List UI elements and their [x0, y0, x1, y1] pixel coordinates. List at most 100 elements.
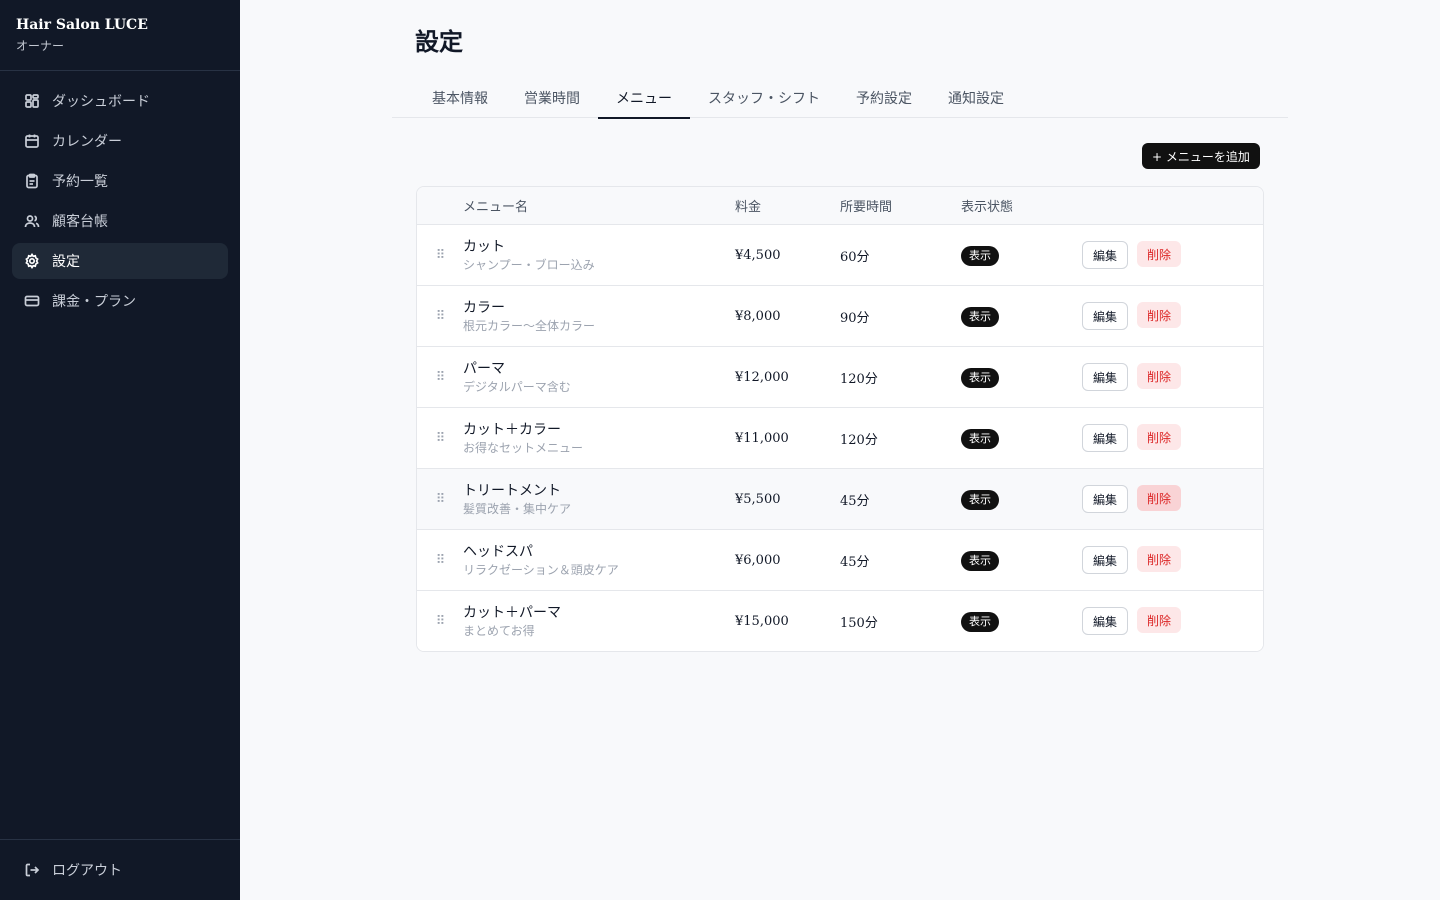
edit-button[interactable]: 編集 [1082, 485, 1129, 513]
add-menu-button[interactable]: + メニューを追加 [1142, 143, 1260, 169]
tab-staff-shift[interactable]: スタッフ・シフト [690, 78, 838, 118]
sidebar-item-label: 設定 [52, 254, 80, 270]
table-body: ⠿ カット シャンプー・ブロー込み ¥4,500 60分 表示 編集 削除 ⠿ カラー 根元カラー〜… [417, 224, 1263, 651]
delete-button[interactable]: 削除 [1137, 546, 1182, 572]
logout-label: ログアウト [52, 863, 122, 879]
sidebar-item-label: 課金・プラン [52, 294, 136, 310]
menu-duration: 45分 [840, 493, 870, 509]
status-badge: 表示 [961, 429, 999, 449]
visibility-cell: 表示 [961, 610, 1082, 632]
edit-button[interactable]: 編集 [1082, 241, 1129, 269]
menu-description: シャンプー・ブロー込み [463, 257, 595, 272]
page-title: 設定 [415, 28, 463, 56]
table-row[interactable]: ⠿ パーマ デジタルパーマ含む ¥12,000 120分 表示 編集 削除 [417, 346, 1263, 407]
menu-price: ¥5,500 [735, 491, 781, 507]
table-row[interactable]: ⠿ カット＋パーマ まとめてお得 ¥15,000 150分 表示 編集 削除 [417, 590, 1263, 651]
table-row[interactable]: ⠿ トリートメント 髪質改善・集中ケア ¥5,500 45分 表示 編集 削除 [417, 468, 1263, 529]
logout-icon [24, 862, 40, 878]
sidebar-item-reservations[interactable]: 予約一覧 [12, 163, 228, 199]
table-row[interactable]: ⠿ ヘッドスパ リラクゼーション＆頭皮ケア ¥6,000 45分 表示 編集 削除 [417, 529, 1263, 590]
table-row[interactable]: ⠿ カラー根元カラー〜全体カラー ¥8,000 90分 表示 編集 削除 [417, 285, 1263, 346]
delete-button[interactable]: 削除 [1137, 607, 1182, 633]
drag-handle-icon[interactable]: ⠿ [417, 614, 463, 629]
dashboard-icon [24, 93, 40, 109]
menu-name: パーマ [463, 360, 505, 377]
menu-description: リラクゼーション＆頭皮ケア [463, 562, 619, 577]
menu-description: デジタルパーマ含む [463, 379, 571, 394]
menu-price: ¥12,000 [735, 369, 789, 385]
edit-button[interactable]: 編集 [1082, 607, 1129, 635]
tab-basic-info[interactable]: 基本情報 [414, 78, 506, 118]
delete-button[interactable]: 削除 [1137, 302, 1182, 328]
tab-menu[interactable]: メニュー [598, 78, 690, 119]
tab-reservation-settings[interactable]: 予約設定 [838, 78, 930, 118]
sidebar-item-label: 予約一覧 [52, 174, 108, 190]
menu-name-cell: カットシャンプー・ブロー込み [463, 238, 735, 273]
table-header: メニュー名 料金 所要時間 表示状態 [417, 187, 1263, 224]
edit-button[interactable]: 編集 [1082, 302, 1129, 330]
delete-button[interactable]: 削除 [1137, 363, 1182, 389]
header-duration: 所要時間 [840, 200, 893, 215]
menu-name: トリートメント [463, 482, 561, 499]
calendar-icon [24, 133, 40, 149]
brand-name: Hair Salon LUCE [16, 17, 148, 33]
edit-button[interactable]: 編集 [1082, 363, 1129, 391]
sidebar-item-customers[interactable]: 顧客台帳 [12, 203, 228, 239]
drag-handle-icon[interactable]: ⠿ [417, 492, 463, 507]
sidebar-item-label: 顧客台帳 [52, 214, 108, 230]
drag-handle-icon[interactable]: ⠿ [417, 248, 463, 263]
menu-duration: 120分 [840, 432, 878, 448]
status-badge: 表示 [961, 612, 999, 632]
tab-notification-settings[interactable]: 通知設定 [930, 78, 1022, 118]
menu-name-cell: カット＋カラーお得なセットメニュー [463, 421, 735, 456]
credit-card-icon [24, 293, 40, 309]
edit-button[interactable]: 編集 [1082, 546, 1129, 574]
sidebar-item-billing[interactable]: 課金・プラン [12, 283, 228, 319]
menu-name-cell: ヘッドスパリラクゼーション＆頭皮ケア [463, 543, 735, 578]
visibility-cell: 表示 [961, 244, 1082, 266]
drag-handle-icon[interactable]: ⠿ [417, 553, 463, 568]
drag-handle-icon[interactable]: ⠿ [417, 431, 463, 446]
status-badge: 表示 [961, 551, 999, 571]
sidebar-item-settings[interactable]: 設定 [12, 243, 228, 279]
sidebar-item-dashboard[interactable]: ダッシュボード [12, 83, 228, 119]
status-badge: 表示 [961, 368, 999, 388]
menu-description: お得なセットメニュー [463, 440, 584, 455]
menu-duration: 60分 [840, 249, 870, 265]
menu-price: ¥8,000 [735, 308, 781, 324]
menu-description: まとめてお得 [463, 623, 535, 638]
logout-button[interactable]: ログアウト [12, 852, 228, 888]
row-actions: 編集 削除 [1082, 546, 1182, 574]
row-actions: 編集 削除 [1082, 607, 1182, 635]
menu-name: カラー [463, 299, 505, 316]
status-badge: 表示 [961, 246, 999, 266]
brand-role: オーナー [16, 39, 65, 53]
table-row[interactable]: ⠿ カット シャンプー・ブロー込み ¥4,500 60分 表示 編集 削除 [417, 224, 1263, 285]
delete-button[interactable]: 削除 [1137, 485, 1182, 511]
row-actions: 編集 削除 [1082, 424, 1182, 452]
menu-duration: 90分 [840, 310, 870, 326]
menu-name: カット＋パーマ [463, 604, 561, 621]
table-row[interactable]: ⠿ カット＋カラー お得なセットメニュー ¥11,000 120分 表示 編集 削除 [417, 407, 1263, 468]
header-name: メニュー名 [463, 200, 529, 215]
header-price: 料金 [735, 200, 762, 215]
status-badge: 表示 [961, 307, 999, 327]
delete-button[interactable]: 削除 [1137, 424, 1182, 450]
sidebar-item-calendar[interactable]: カレンダー [12, 123, 228, 159]
header-visibility: 表示状態 [961, 200, 1014, 215]
visibility-cell: 表示 [961, 549, 1082, 571]
drag-handle-icon[interactable]: ⠿ [417, 309, 463, 324]
row-actions: 編集 削除 [1082, 485, 1182, 513]
delete-button[interactable]: 削除 [1137, 241, 1182, 267]
tab-business-hours[interactable]: 営業時間 [506, 78, 598, 118]
menu-name: ヘッドスパ [463, 543, 533, 560]
menu-description: 根元カラー〜全体カラー [463, 318, 596, 333]
menu-price: ¥15,000 [735, 613, 789, 629]
edit-button[interactable]: 編集 [1082, 424, 1129, 452]
drag-handle-icon[interactable]: ⠿ [417, 370, 463, 385]
sidebar-item-label: カレンダー [52, 134, 122, 150]
menu-name: カット＋カラー [463, 421, 561, 438]
visibility-cell: 表示 [961, 305, 1082, 327]
menu-name: カット [463, 238, 505, 255]
row-actions: 編集 削除 [1082, 363, 1182, 391]
